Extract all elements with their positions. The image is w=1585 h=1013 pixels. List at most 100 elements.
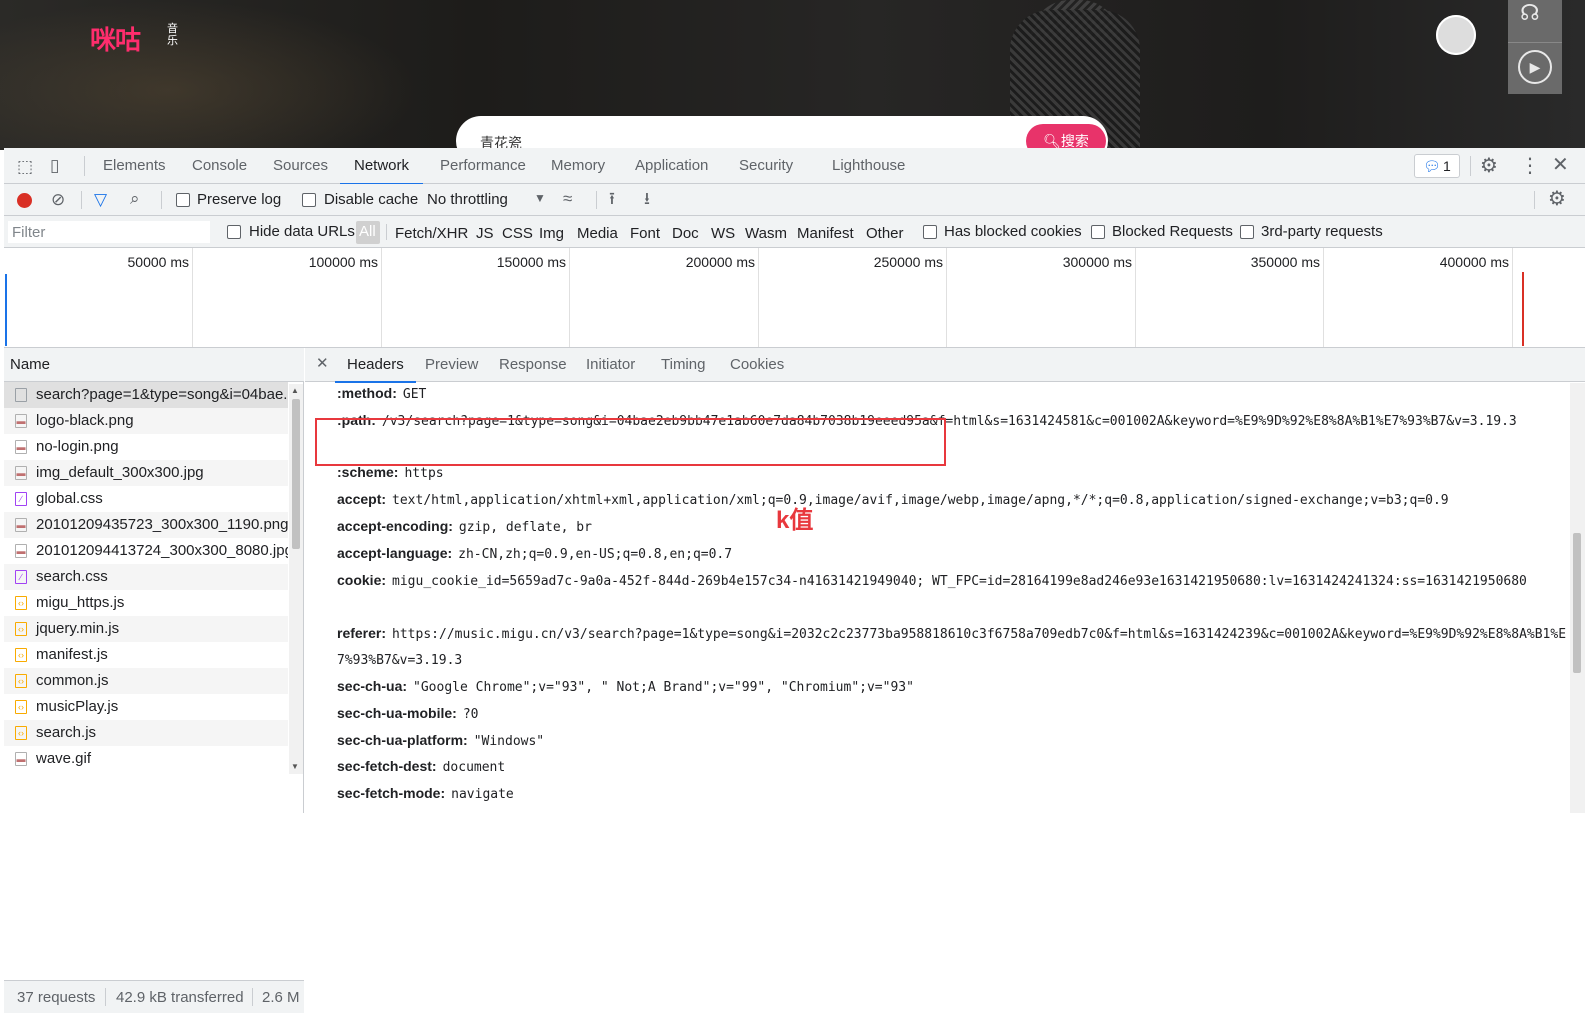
throttling-select[interactable]: No throttling [427, 191, 508, 208]
request-row[interactable]: ▬ wave.gif [4, 746, 288, 772]
request-row[interactable]: ▬ 20101209435723_300x300_1190.png [4, 512, 288, 538]
avatar[interactable] [1436, 15, 1476, 55]
device-toolbar-icon[interactable]: ▯ [50, 157, 59, 174]
request-name: manifest.js [36, 646, 108, 663]
request-row[interactable]: ▬ logo-black.png [4, 408, 288, 434]
header-key: cookie: [337, 572, 387, 588]
preserve-log-checkbox[interactable] [176, 193, 190, 207]
filter-type-wasm[interactable]: Wasm [745, 225, 787, 242]
request-list-scrollbar[interactable]: ▲ ▼ [289, 384, 303, 774]
inspect-element-icon[interactable]: ⬚ [17, 158, 33, 175]
transferred-size: 42.9 kB transferred [116, 989, 244, 1006]
filter-type-media[interactable]: Media [577, 225, 618, 242]
disable-cache-checkbox[interactable] [302, 193, 316, 207]
detail-scroll-thumb[interactable] [1573, 533, 1581, 673]
request-row[interactable]: ▬ img_default_300x300.jpg [4, 460, 288, 486]
site-search-box[interactable]: 青花瓷 🔍︎搜索 [456, 116, 1108, 150]
request-row[interactable]: ‹› migu_https.js [4, 590, 288, 616]
network-settings-gear-icon[interactable]: ⚙ [1548, 189, 1566, 209]
clear-icon[interactable]: ⊘ [51, 191, 65, 208]
filter-type-fetch-xhr[interactable]: Fetch/XHR [395, 225, 468, 242]
request-row[interactable]: ‹› common.js [4, 668, 288, 694]
tab-performance[interactable]: Performance [440, 148, 526, 184]
close-detail-icon[interactable]: ✕ [316, 356, 329, 371]
export-har-icon[interactable]: ⭳ [644, 190, 650, 207]
tab-elements[interactable]: Elements [103, 148, 166, 184]
tab-sources[interactable]: Sources [273, 148, 328, 184]
request-row[interactable]: ∕ global.css [4, 486, 288, 512]
tab-network[interactable]: Network [339, 148, 424, 185]
filter-type-all[interactable]: All [356, 221, 380, 244]
img-file-icon: ▬ [15, 518, 27, 532]
requests-count: 37 requests [17, 989, 96, 1006]
search-icon[interactable]: ⌕ [130, 190, 140, 207]
header-row-sec-fetch-dest: sec-fetch-dest: document [337, 753, 1572, 781]
tab-cookies[interactable]: Cookies [730, 348, 784, 382]
network-conditions-icon[interactable]: ≈ [563, 190, 572, 207]
name-column-header[interactable]: Name [4, 348, 304, 382]
request-row[interactable]: search?page=1&type=song&i=04bae... [4, 382, 288, 408]
hide-data-urls-checkbox[interactable] [227, 225, 241, 239]
header-value: migu_cookie_id=5659ad7c-9a0a-452f-844d-2… [392, 574, 1527, 589]
close-icon[interactable]: ✕ [1552, 155, 1569, 175]
tab-response[interactable]: Response [499, 348, 567, 382]
filter-type-ws[interactable]: WS [711, 225, 735, 242]
scroll-up-icon[interactable]: ▲ [291, 386, 299, 395]
filter-type-font[interactable]: Font [630, 225, 660, 242]
request-list-scroll-thumb[interactable] [292, 399, 300, 549]
request-row[interactable]: ▬ 201012094413724_300x300_8080.jpg [4, 538, 288, 564]
timeline-gridline [192, 248, 193, 347]
header-key: accept-language: [337, 545, 453, 561]
js-file-icon: ‹› [15, 596, 27, 610]
tab-initiator[interactable]: Initiator [586, 348, 635, 382]
timeline-tick-label: 250000 ms [873, 254, 943, 270]
filter-icon[interactable]: ▽ [94, 191, 107, 208]
tab-application[interactable]: Application [635, 148, 708, 184]
filter-type-other[interactable]: Other [866, 225, 904, 242]
filter-type-css[interactable]: CSS [502, 225, 533, 242]
blocked-requests-checkbox[interactable] [1091, 225, 1105, 239]
request-row[interactable]: ‹› musicPlay.js [4, 694, 288, 720]
request-row[interactable]: ‹› manifest.js [4, 642, 288, 668]
record-icon[interactable] [17, 193, 32, 208]
tab-preview[interactable]: Preview [425, 348, 478, 382]
has-blocked-cookies-checkbox[interactable] [923, 225, 937, 239]
request-row[interactable]: ∕ search.css [4, 564, 288, 590]
filter-type-doc[interactable]: Doc [672, 225, 699, 242]
filter-type-img[interactable]: Img [539, 225, 564, 242]
site-search-button[interactable]: 🔍︎搜索 [1026, 124, 1106, 150]
import-har-icon[interactable]: ⭱ [609, 190, 615, 207]
more-options-icon[interactable]: ⋮ [1520, 156, 1540, 176]
filter-input[interactable]: Filter [8, 221, 210, 243]
scroll-down-icon[interactable]: ▼ [291, 762, 299, 771]
tab-security[interactable]: Security [739, 148, 793, 184]
detail-scrollbar[interactable] [1570, 383, 1585, 813]
third-party-requests-checkbox[interactable] [1240, 225, 1254, 239]
tab-lighthouse[interactable]: Lighthouse [832, 148, 905, 184]
network-overview-timeline[interactable]: 50000 ms 100000 ms 150000 ms 200000 ms 2… [4, 248, 1585, 348]
settings-gear-icon[interactable]: ⚙ [1480, 156, 1498, 176]
tab-memory[interactable]: Memory [551, 148, 605, 184]
request-row[interactable]: ‹› jquery.min.js [4, 616, 288, 642]
filter-type-manifest[interactable]: Manifest [797, 225, 854, 242]
tab-timing[interactable]: Timing [661, 348, 705, 382]
chevron-down-icon[interactable]: ▼ [534, 192, 546, 204]
request-name: migu_https.js [36, 594, 125, 611]
tab-console[interactable]: Console [192, 148, 247, 184]
play-icon[interactable]: ▶ [1518, 50, 1552, 84]
issues-button[interactable]: 💬︎ 1 [1414, 154, 1460, 178]
timeline-load-marker [1522, 272, 1524, 346]
headset-icon[interactable]: ☊ [1520, 0, 1540, 26]
header-value: gzip, deflate, br [458, 520, 592, 535]
timeline-gridline [1512, 248, 1513, 347]
request-row[interactable]: ‹› search.js [4, 720, 288, 746]
filter-type-js[interactable]: JS [476, 225, 494, 242]
tab-headers[interactable]: Headers [335, 348, 416, 383]
devtools-panel: ⬚ ▯ Elements Console Sources Network Per… [4, 148, 1585, 1013]
header-value: navigate [451, 787, 514, 802]
banner-background [0, 0, 420, 150]
migu-logo[interactable]: 咪咕 音乐 [90, 20, 178, 57]
request-row[interactable]: ▬ no-login.png [4, 434, 288, 460]
header-key: :scheme: [337, 464, 399, 480]
blocked-requests-label: Blocked Requests [1112, 223, 1233, 240]
